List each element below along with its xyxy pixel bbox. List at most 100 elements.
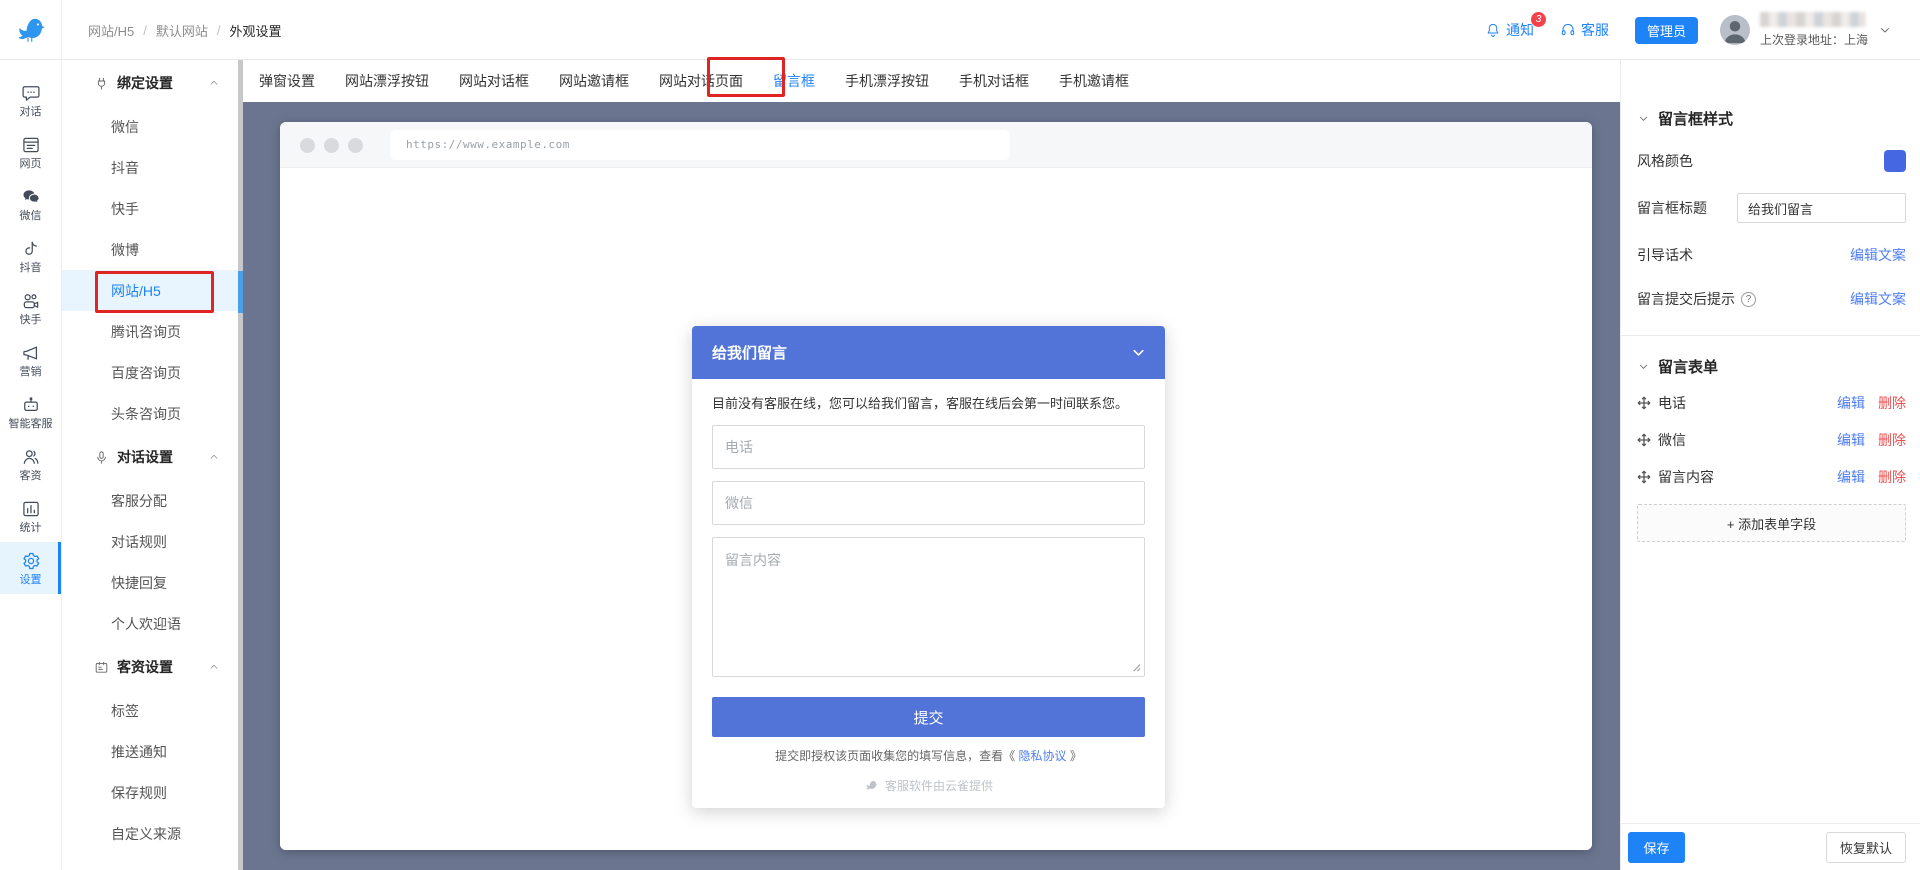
edit-field-link[interactable]: 编辑 <box>1837 393 1865 413</box>
chevron-up-icon[interactable] <box>208 77 220 89</box>
tab-site-float-button[interactable]: 网站漂浮按钮 <box>330 60 444 102</box>
sidebar-item-baidu-page[interactable]: 百度咨询页 <box>62 352 238 393</box>
role-badge[interactable]: 管理员 <box>1634 16 1698 44</box>
rail-label: 快手 <box>19 313 42 326</box>
sidebar-item-tags[interactable]: 标签 <box>62 690 238 731</box>
form-field-row-wechat: 微信 编辑 删除 <box>1637 429 1906 451</box>
app-logo[interactable] <box>0 0 62 60</box>
browser-viewport: 给我们留言 目前没有客服在线，您可以给我们留言，客服在线后会第一时间联系您。 提… <box>280 168 1592 850</box>
panel-section-form[interactable]: 留言表单 <box>1637 356 1906 377</box>
sidebar-item-website-h5[interactable]: 网站/H5 <box>62 270 238 311</box>
browser-chrome: https://www.example.com <box>280 122 1592 168</box>
tab-mobile-chatbox[interactable]: 手机对话框 <box>944 60 1044 102</box>
tab-site-invite[interactable]: 网站邀请框 <box>544 60 644 102</box>
edit-guide-copy-link[interactable]: 编辑文案 <box>1850 245 1906 265</box>
wechat-field[interactable] <box>712 481 1145 525</box>
rail-item-marketing[interactable]: 营销 <box>0 334 61 386</box>
add-form-field-button[interactable]: + 添加表单字段 <box>1637 504 1906 542</box>
rail-item-wechat[interactable]: 微信 <box>0 178 61 230</box>
delete-field-link[interactable]: 删除 <box>1878 430 1906 450</box>
chevron-down-icon[interactable] <box>1878 23 1892 37</box>
help-icon[interactable]: ? <box>1741 291 1756 307</box>
tab-mobile-float-button[interactable]: 手机漂浮按钮 <box>830 60 944 102</box>
notification-count-badge: 3 <box>1529 11 1547 28</box>
sidebar-section-customer-data[interactable]: 客资设置 <box>62 644 238 690</box>
rail-label: 统计 <box>19 521 42 534</box>
form-intro-text: 目前没有客服在线，您可以给我们留言，客服在线后会第一时间联系您。 <box>712 396 1129 411</box>
chevron-up-icon[interactable] <box>208 451 220 463</box>
tab-mobile-invite[interactable]: 手机邀请框 <box>1044 60 1144 102</box>
style-panel: 留言框样式 风格颜色 留言框标题 引导话术 编辑文案 留言提交后提示 ? 编辑文… <box>1620 60 1920 870</box>
breadcrumb-separator: / <box>216 22 221 38</box>
sidebar-item-chat-rules[interactable]: 对话规则 <box>62 521 238 562</box>
wechat-icon <box>23 189 39 202</box>
delete-field-link[interactable]: 删除 <box>1878 467 1906 487</box>
sidebar-item-weibo[interactable]: 微博 <box>62 229 238 270</box>
breadcrumb-default-site[interactable]: 默认网站 <box>156 21 208 40</box>
sidebar-item-douyin[interactable]: 抖音 <box>62 147 238 188</box>
move-icon[interactable] <box>1637 433 1651 447</box>
resize-handle-icon[interactable] <box>1130 661 1141 672</box>
bird-logo-gray-icon <box>866 780 878 790</box>
after-submit-row: 留言提交后提示 ? 编辑文案 <box>1637 287 1906 311</box>
notifications-button[interactable]: 通知 3 <box>1485 11 1547 40</box>
restore-default-button[interactable]: 恢复默认 <box>1825 831 1906 863</box>
delete-field-link[interactable]: 删除 <box>1878 393 1906 413</box>
sidebar-item-agent-assign[interactable]: 客服分配 <box>62 480 238 521</box>
panel-section-title: 留言框样式 <box>1658 111 1734 128</box>
sidebar-item-save-rules[interactable]: 保存规则 <box>62 772 238 813</box>
sidebar-section-title: 对话设置 <box>117 449 173 465</box>
after-submit-label: 留言提交后提示 ? <box>1637 289 1756 309</box>
chevron-down-icon <box>1639 116 1648 121</box>
rail-item-kuaishou[interactable]: 快手 <box>0 282 61 334</box>
rail-item-webpage[interactable]: 网页 <box>0 126 61 178</box>
rail-item-stats[interactable]: 统计 <box>0 490 61 542</box>
style-color-label: 风格颜色 <box>1637 153 1693 169</box>
breadcrumb-site[interactable]: 网站/H5 <box>88 21 134 40</box>
privacy-policy-link[interactable]: 隐私协议 <box>1018 749 1066 763</box>
sidebar-item-toutiao-page[interactable]: 头条咨询页 <box>62 393 238 434</box>
rail-item-chat[interactable]: 对话 <box>0 74 61 126</box>
sidebar-item-quick-reply[interactable]: 快捷回复 <box>62 562 238 603</box>
id-card-icon <box>95 661 108 673</box>
save-button[interactable]: 保存 <box>1628 831 1685 863</box>
box-title-input[interactable] <box>1737 193 1906 223</box>
panel-section-style[interactable]: 留言框样式 <box>1637 108 1906 129</box>
rail-label: 设置 <box>19 573 42 586</box>
top-bar: 网站/H5 / 默认网站 / 外观设置 通知 3 客服 管理员 上次登录地址：上… <box>0 0 1920 60</box>
collapse-chevron-icon[interactable] <box>1130 344 1147 361</box>
rail-item-customers[interactable]: 客资 <box>0 438 61 490</box>
rail-item-douyin[interactable]: 抖音 <box>0 230 61 282</box>
tab-popup-settings[interactable]: 弹窗设置 <box>244 60 330 102</box>
sidebar-item-tencent-page[interactable]: 腾讯咨询页 <box>62 311 238 352</box>
sidebar-item-push-notify[interactable]: 推送通知 <box>62 731 238 772</box>
tab-site-chatbox[interactable]: 网站对话框 <box>444 60 544 102</box>
support-button[interactable]: 客服 <box>1560 20 1609 40</box>
support-label: 客服 <box>1580 22 1609 38</box>
edit-after-submit-link[interactable]: 编辑文案 <box>1850 289 1906 309</box>
sidebar-item-kuaishou[interactable]: 快手 <box>62 188 238 229</box>
megaphone-icon <box>22 346 37 360</box>
sidebar-item-custom-source[interactable]: 自定义来源 <box>62 813 238 854</box>
tab-site-chat-page[interactable]: 网站对话页面 <box>644 60 758 102</box>
chevron-up-icon[interactable] <box>208 661 220 673</box>
field-label: 留言内容 <box>1658 469 1714 485</box>
edit-field-link[interactable]: 编辑 <box>1837 430 1865 450</box>
sidebar-item-wechat[interactable]: 微信 <box>62 106 238 147</box>
move-icon[interactable] <box>1637 470 1651 484</box>
message-field[interactable] <box>712 537 1145 677</box>
browser-mockup: https://www.example.com 给我们留言 目前没有客服在线，您… <box>280 122 1592 850</box>
submit-button[interactable]: 提交 <box>712 697 1145 737</box>
sidebar-item-personal-greeting[interactable]: 个人欢迎语 <box>62 603 238 644</box>
rail-item-smart-service[interactable]: 智能客服 <box>0 386 61 438</box>
edit-field-link[interactable]: 编辑 <box>1837 467 1865 487</box>
sidebar-scrollbar[interactable] <box>238 60 243 870</box>
sidebar-section-binding[interactable]: 绑定设置 <box>62 60 238 106</box>
sidebar-section-conversation[interactable]: 对话设置 <box>62 434 238 480</box>
rail-item-settings[interactable]: 设置 <box>0 542 61 594</box>
phone-field[interactable] <box>712 425 1145 469</box>
tab-message-box[interactable]: 留言框 <box>758 60 830 102</box>
move-icon[interactable] <box>1637 396 1651 410</box>
color-swatch[interactable] <box>1884 150 1906 172</box>
avatar[interactable] <box>1719 15 1750 45</box>
